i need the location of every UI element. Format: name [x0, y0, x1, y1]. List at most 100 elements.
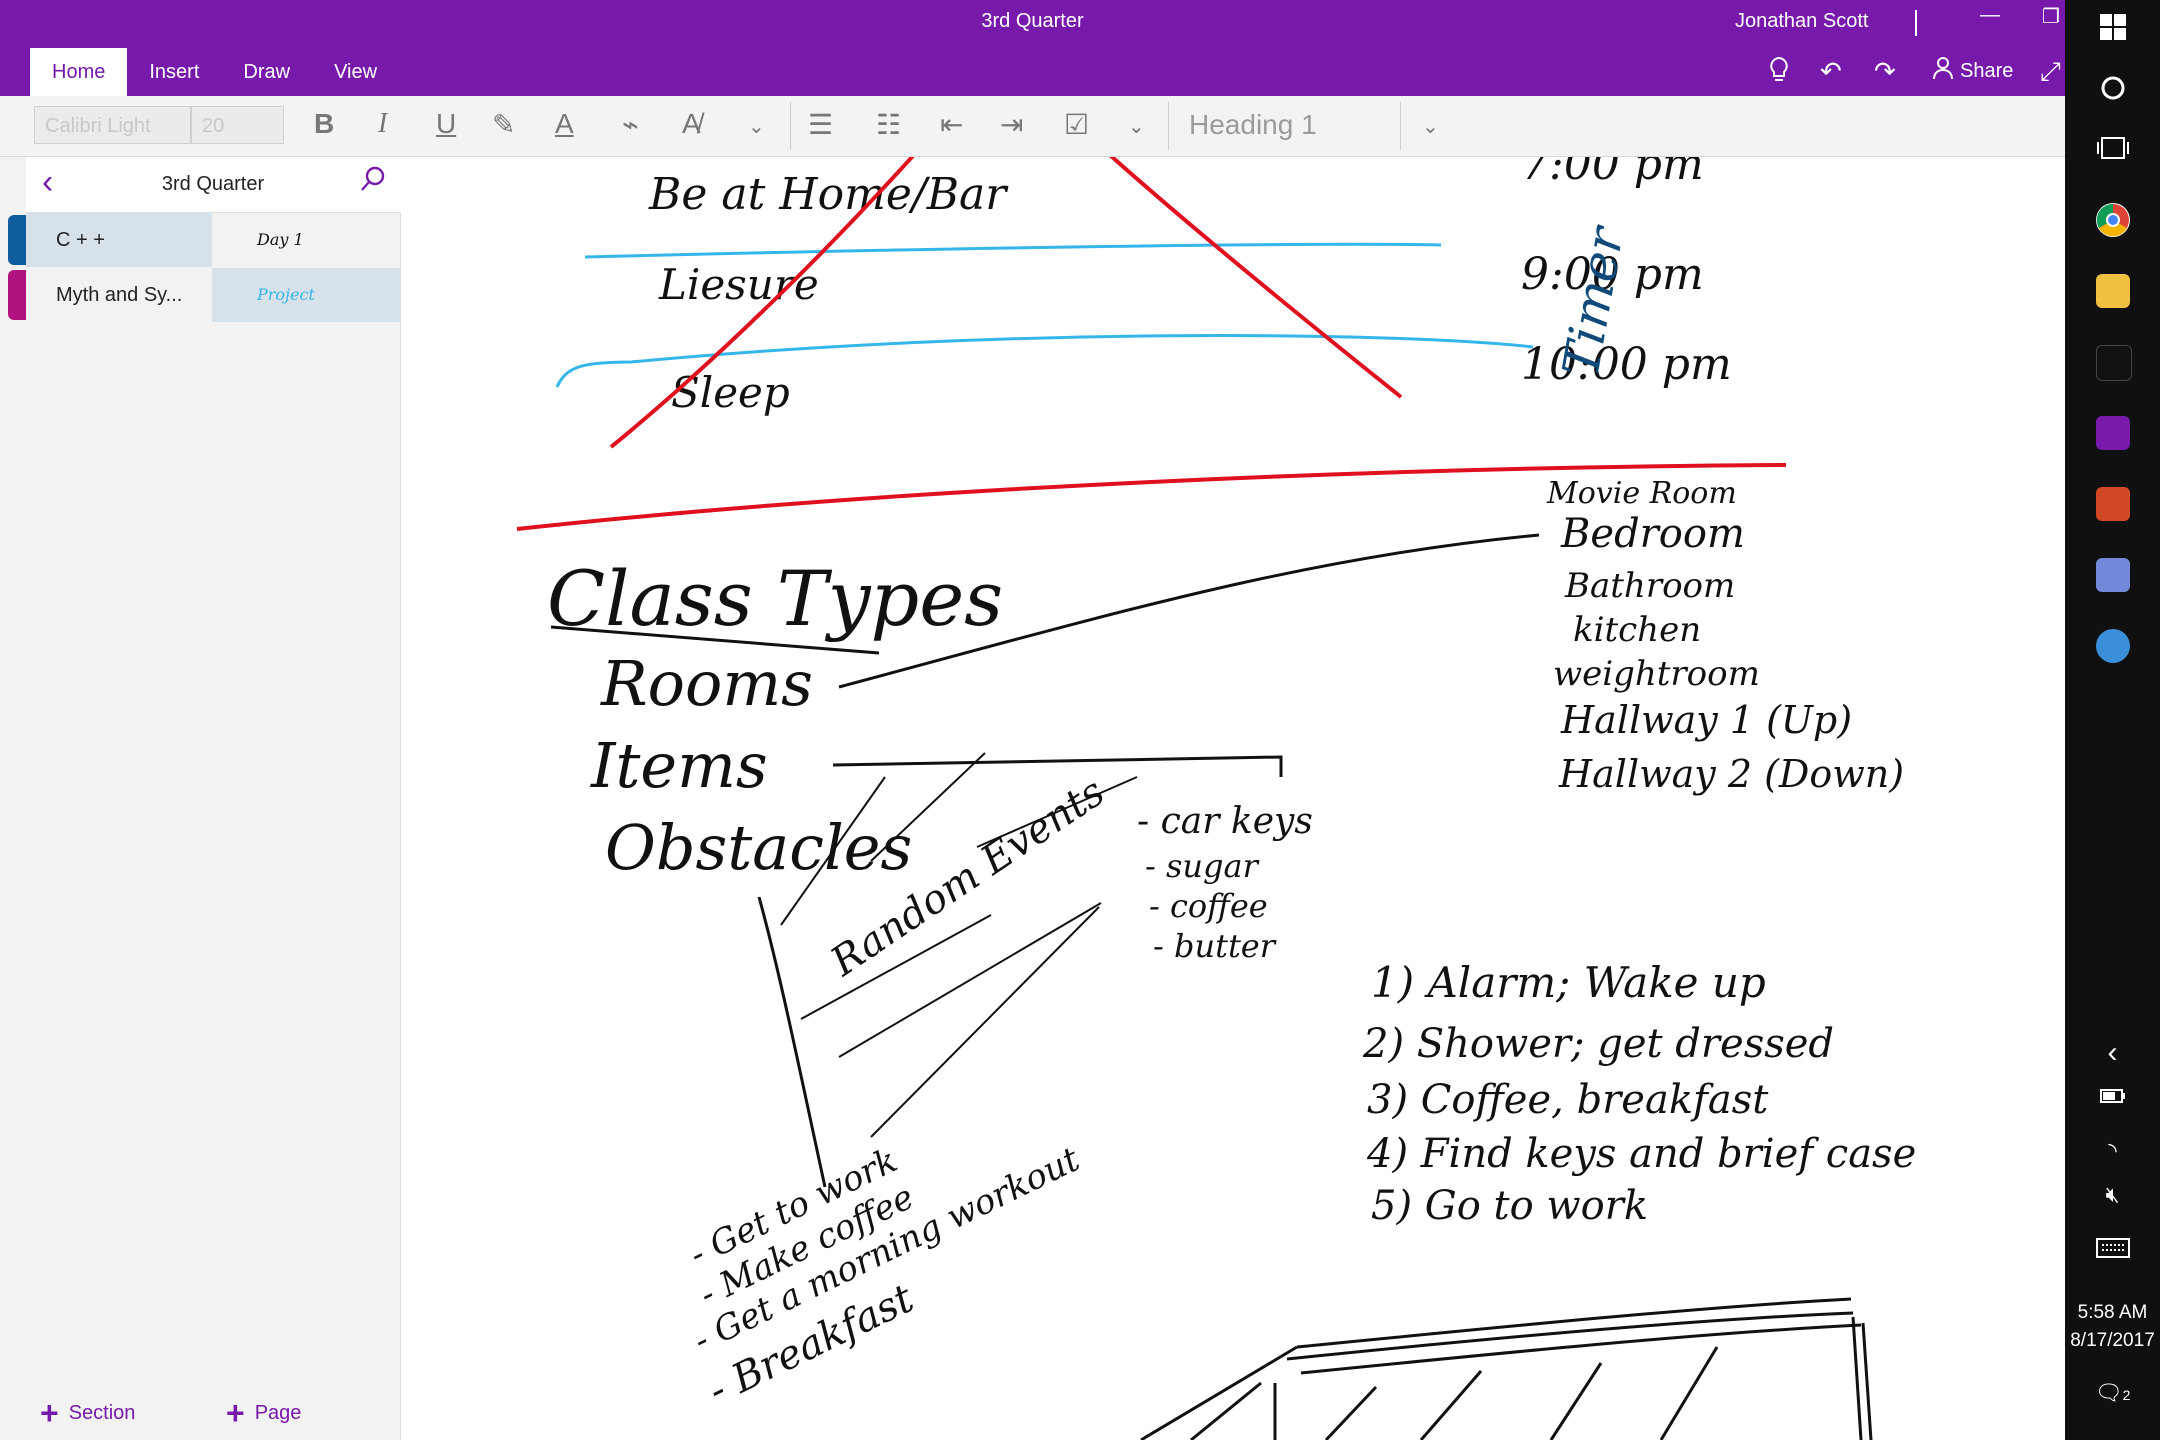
room-item: weightroom: [1553, 654, 1760, 694]
search-icon[interactable]: [359, 165, 387, 201]
task-view-icon[interactable]: [2065, 136, 2160, 165]
bold-icon[interactable]: B: [314, 108, 334, 140]
section-color-strip: [0, 157, 26, 1440]
minimize-icon[interactable]: —: [1980, 4, 2000, 27]
font-color-icon[interactable]: A: [555, 108, 574, 140]
rooms-list: Movie Room Bedroom Bathroom kitchen weig…: [1546, 476, 1904, 796]
title-bar: 3rd Quarter Jonathan Scott — ❐ Home Inse…: [0, 0, 2065, 96]
connector-line: [832, 755, 1283, 777]
page-item-day1[interactable]: Day 1: [212, 213, 400, 267]
font-size-box[interactable]: 20: [191, 106, 284, 144]
undo-icon[interactable]: ↶: [1820, 56, 1842, 87]
fullscreen-icon[interactable]: ⤢: [2040, 56, 2061, 88]
item-entry: - car keys: [1137, 801, 1313, 842]
chevron-down-icon[interactable]: ⌄: [748, 114, 765, 139]
room-item: kitchen: [1573, 610, 1701, 650]
lightbulb-icon[interactable]: [1766, 56, 1792, 91]
notifications-icon[interactable]: 🗨︎2: [2065, 1380, 2160, 1406]
user-name[interactable]: Jonathan Scott: [1735, 10, 1868, 33]
add-page-label: Page: [254, 1402, 302, 1424]
person-icon: [1932, 56, 1954, 86]
powerpoint-icon[interactable]: [2096, 487, 2130, 521]
redo-icon[interactable]: ↷: [1874, 56, 1896, 87]
class-type-item: Rooms: [600, 647, 813, 720]
ribbon-divider: [1400, 102, 1401, 150]
page-item-project[interactable]: Project: [212, 268, 400, 322]
discord-icon[interactable]: [2096, 558, 2130, 592]
format-painter-icon[interactable]: ⌁: [622, 108, 639, 141]
step-item: 2) Shower; get dressed: [1362, 1021, 1834, 1067]
highlight-icon[interactable]: ✎: [492, 108, 515, 141]
italic-icon[interactable]: I: [378, 108, 387, 140]
section-color-tab: [8, 215, 26, 265]
title-separator: [1915, 10, 1917, 36]
chevron-down-icon[interactable]: ⌄: [1128, 114, 1145, 139]
tab-home[interactable]: Home: [30, 48, 128, 96]
clock-date[interactable]: 8/17/2017: [2065, 1330, 2160, 1352]
onenote-icon[interactable]: [2096, 416, 2130, 450]
paint-icon[interactable]: [2096, 629, 2130, 663]
numbering-icon[interactable]: ☷: [876, 108, 901, 141]
section-item-cpp[interactable]: C + +: [26, 213, 212, 267]
room-item: Movie Room: [1546, 476, 1737, 511]
class-types-title: Class Types: [547, 554, 1003, 643]
schedule-item: Sleep: [671, 368, 790, 417]
windows-taskbar: ‹ ◝ 🔇︎ 5:58 AM 8/17/2017 🗨︎2: [2065, 0, 2160, 1440]
home-ribbon: Calibri Light 20 B I U ✎ A ⌁ A̸ ⌄ ☰ ☷ ⇤ …: [0, 96, 2065, 157]
kindle-icon[interactable]: [2096, 345, 2132, 381]
style-box[interactable]: Heading 1: [1173, 104, 1388, 146]
wifi-icon[interactable]: ◝: [2065, 1138, 2160, 1164]
checkbox-icon[interactable]: ☑: [1064, 108, 1089, 141]
add-page-button[interactable]: + Page: [226, 1395, 301, 1432]
outdent-icon[interactable]: ⇤: [940, 108, 963, 141]
chrome-icon[interactable]: [2096, 203, 2130, 237]
item-entry: - coffee: [1149, 887, 1268, 925]
add-section-button[interactable]: + Section: [40, 1395, 135, 1432]
restore-icon[interactable]: ❐: [2042, 4, 2060, 29]
cortana-icon[interactable]: [2065, 74, 2160, 107]
room-item: Hallway 2 (Down): [1558, 752, 1904, 796]
chevron-down-icon[interactable]: ⌄: [1422, 114, 1439, 139]
step-item: 5) Go to work: [1371, 1183, 1648, 1229]
share-button[interactable]: Share: [1932, 56, 2013, 86]
windows-start-icon[interactable]: [2065, 14, 2160, 45]
steps-list: 1) Alarm; Wake up 2) Shower; get dressed…: [1362, 958, 1916, 1229]
class-types-ink: Class Types Rooms Items Obstacles: [547, 554, 1003, 884]
item-entry: - sugar: [1145, 847, 1260, 885]
clear-formatting-icon[interactable]: A̸: [682, 108, 701, 140]
indent-icon[interactable]: ⇥: [1000, 108, 1023, 141]
step-item: 1) Alarm; Wake up: [1371, 958, 1766, 1007]
section-item-myth[interactable]: Myth and Sy...: [26, 268, 212, 322]
items-list: - car keys - sugar - coffee - butter: [1137, 801, 1313, 965]
blue-rule-line: [584, 242, 1442, 259]
class-type-item: Obstacles: [605, 811, 912, 884]
ribbon-tabs: Home Insert Draw View: [30, 48, 399, 96]
notebook-header: ‹ 3rd Quarter: [26, 157, 400, 213]
chevron-left-icon[interactable]: ‹: [2065, 1036, 2160, 1070]
note-canvas[interactable]: Be at Home/Bar 7:00 pm Liesure 9:00 pm S…: [401, 157, 2065, 1440]
keyboard-icon[interactable]: [2065, 1238, 2160, 1263]
room-item: Bedroom: [1560, 511, 1745, 557]
tab-view[interactable]: View: [312, 48, 399, 96]
battery-icon[interactable]: [2065, 1088, 2160, 1109]
plus-icon: +: [40, 1395, 59, 1431]
notification-count: 2: [2122, 1387, 2131, 1403]
sketch-strokes: [1140, 1297, 1873, 1440]
obstacle-stem-line: [757, 896, 827, 1188]
bullets-icon[interactable]: ☰: [808, 108, 833, 141]
plus-icon: +: [226, 1395, 245, 1431]
step-item: 4) Find keys and brief case: [1366, 1131, 1916, 1177]
share-label: Share: [1960, 59, 2014, 82]
section-color-tab: [8, 270, 26, 320]
ribbon-divider: [790, 102, 791, 150]
tab-draw[interactable]: Draw: [221, 48, 312, 96]
clock-time[interactable]: 5:58 AM: [2065, 1302, 2160, 1324]
tab-insert[interactable]: Insert: [127, 48, 221, 96]
hatch-line: [870, 752, 986, 862]
volume-muted-icon[interactable]: 🔇︎: [2065, 1182, 2160, 1208]
notebook-title: 3rd Quarter: [161, 173, 265, 195]
underline-icon[interactable]: U: [436, 108, 456, 140]
font-name-box[interactable]: Calibri Light: [34, 106, 191, 144]
file-explorer-icon[interactable]: [2096, 274, 2130, 308]
section-list: [26, 157, 213, 1440]
